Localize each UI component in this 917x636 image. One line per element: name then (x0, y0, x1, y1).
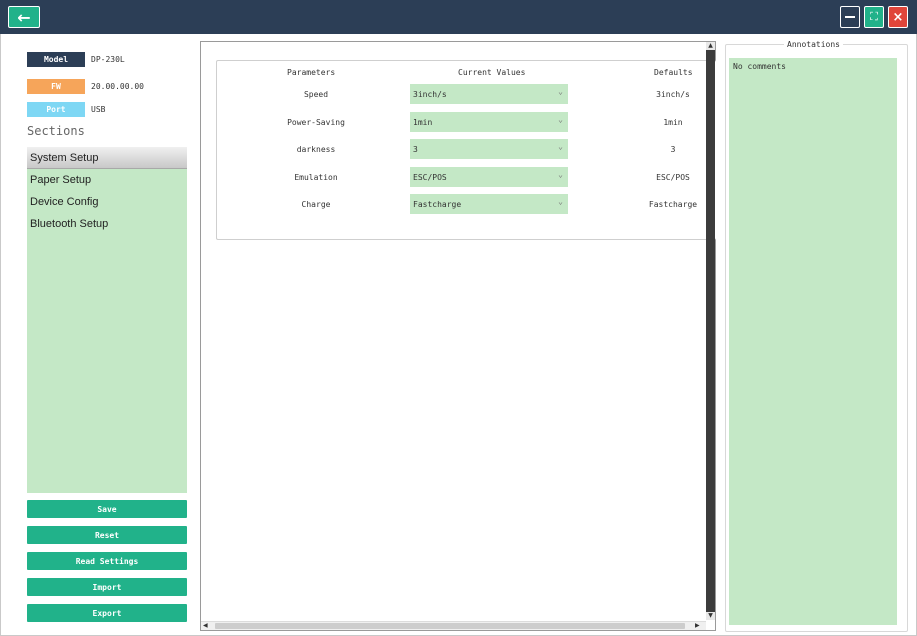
horizontal-scrollbar[interactable]: ◀ ▶ (201, 621, 706, 630)
scroll-down-icon[interactable]: ▼ (706, 612, 715, 620)
darkness-select-value: 3 (413, 144, 418, 154)
maximize-icon: ⛶ (870, 10, 878, 23)
header-parameters: Parameters (287, 68, 336, 77)
maximize-button[interactable]: ⛶ (864, 6, 884, 28)
speed-select[interactable]: 3inch/s ⌄ (410, 84, 568, 104)
save-button[interactable]: Save (27, 500, 187, 518)
import-button[interactable]: Import (27, 578, 187, 596)
sidebar-item-bluetooth-setup[interactable]: Bluetooth Setup (27, 213, 187, 235)
param-power-saving: Power-Saving (287, 118, 345, 127)
header-current-values: Current Values (458, 68, 526, 77)
port-row: Port USB (27, 102, 105, 117)
close-icon: × (892, 9, 904, 25)
export-button[interactable]: Export (27, 604, 187, 622)
port-value: USB (91, 105, 106, 114)
annotations-textarea[interactable]: No comments (729, 58, 897, 625)
sidebar-item-device-config[interactable]: Device Config (27, 191, 187, 213)
minimize-button[interactable] (840, 6, 860, 28)
emulation-select[interactable]: ESC/POS ⌄ (410, 167, 568, 187)
scroll-left-icon[interactable]: ◀ (203, 622, 208, 629)
param-emulation: Emulation (294, 173, 338, 182)
default-power-saving: 1min (663, 118, 683, 127)
close-button[interactable]: × (888, 6, 908, 28)
param-speed: Speed (303, 90, 329, 99)
read-settings-button[interactable]: Read Settings (27, 552, 187, 570)
fw-row: FW 20.00.00.00 (27, 79, 144, 94)
sections-list: System Setup Paper Setup Device Config B… (27, 147, 187, 493)
chevron-down-icon: ⌄ (558, 142, 563, 151)
default-speed: 3inch/s (656, 90, 690, 99)
chevron-down-icon: ⌄ (558, 170, 563, 179)
charge-select[interactable]: Fastcharge ⌄ (410, 194, 568, 214)
chevron-down-icon: ⌄ (558, 197, 563, 206)
power-saving-select[interactable]: 1min ⌄ (410, 112, 568, 132)
fw-tag: FW (27, 79, 85, 94)
minimize-icon (845, 16, 855, 18)
sidebar-item-system-setup[interactable]: System Setup (27, 147, 187, 169)
scroll-up-icon[interactable]: ▲ (706, 42, 715, 50)
arrow-left-icon: ← (17, 7, 31, 27)
sidebar-item-paper-setup[interactable]: Paper Setup (27, 169, 187, 191)
back-button[interactable]: ← (8, 6, 40, 28)
sections-title: Sections (27, 124, 85, 138)
default-charge: Fastcharge (648, 200, 698, 209)
chevron-down-icon: ⌄ (558, 87, 563, 96)
chevron-down-icon: ⌄ (558, 115, 563, 124)
model-row: Model DP-230L (27, 52, 125, 67)
header-defaults: Defaults (654, 68, 693, 77)
horizontal-scroll-thumb[interactable] (215, 623, 685, 629)
charge-select-value: Fastcharge (413, 199, 462, 209)
model-value: DP-230L (91, 55, 125, 64)
power-saving-select-value: 1min (413, 117, 433, 127)
port-tag: Port (27, 102, 85, 117)
default-darkness: 3 (670, 145, 676, 154)
reset-button[interactable]: Reset (27, 526, 187, 544)
vertical-scrollbar[interactable] (706, 42, 715, 620)
param-charge: Charge (301, 200, 331, 209)
default-emulation: ESC/POS (656, 173, 690, 182)
title-bar: ← ⛶ × (0, 0, 917, 34)
speed-select-value: 3inch/s (413, 89, 447, 99)
fw-value: 20.00.00.00 (91, 82, 144, 91)
model-tag: Model (27, 52, 85, 67)
emulation-select-value: ESC/POS (413, 172, 447, 182)
scroll-right-icon[interactable]: ▶ (695, 622, 700, 629)
param-darkness: darkness (296, 145, 336, 154)
darkness-select[interactable]: 3 ⌄ (410, 139, 568, 159)
annotations-title: Annotations (784, 40, 843, 49)
